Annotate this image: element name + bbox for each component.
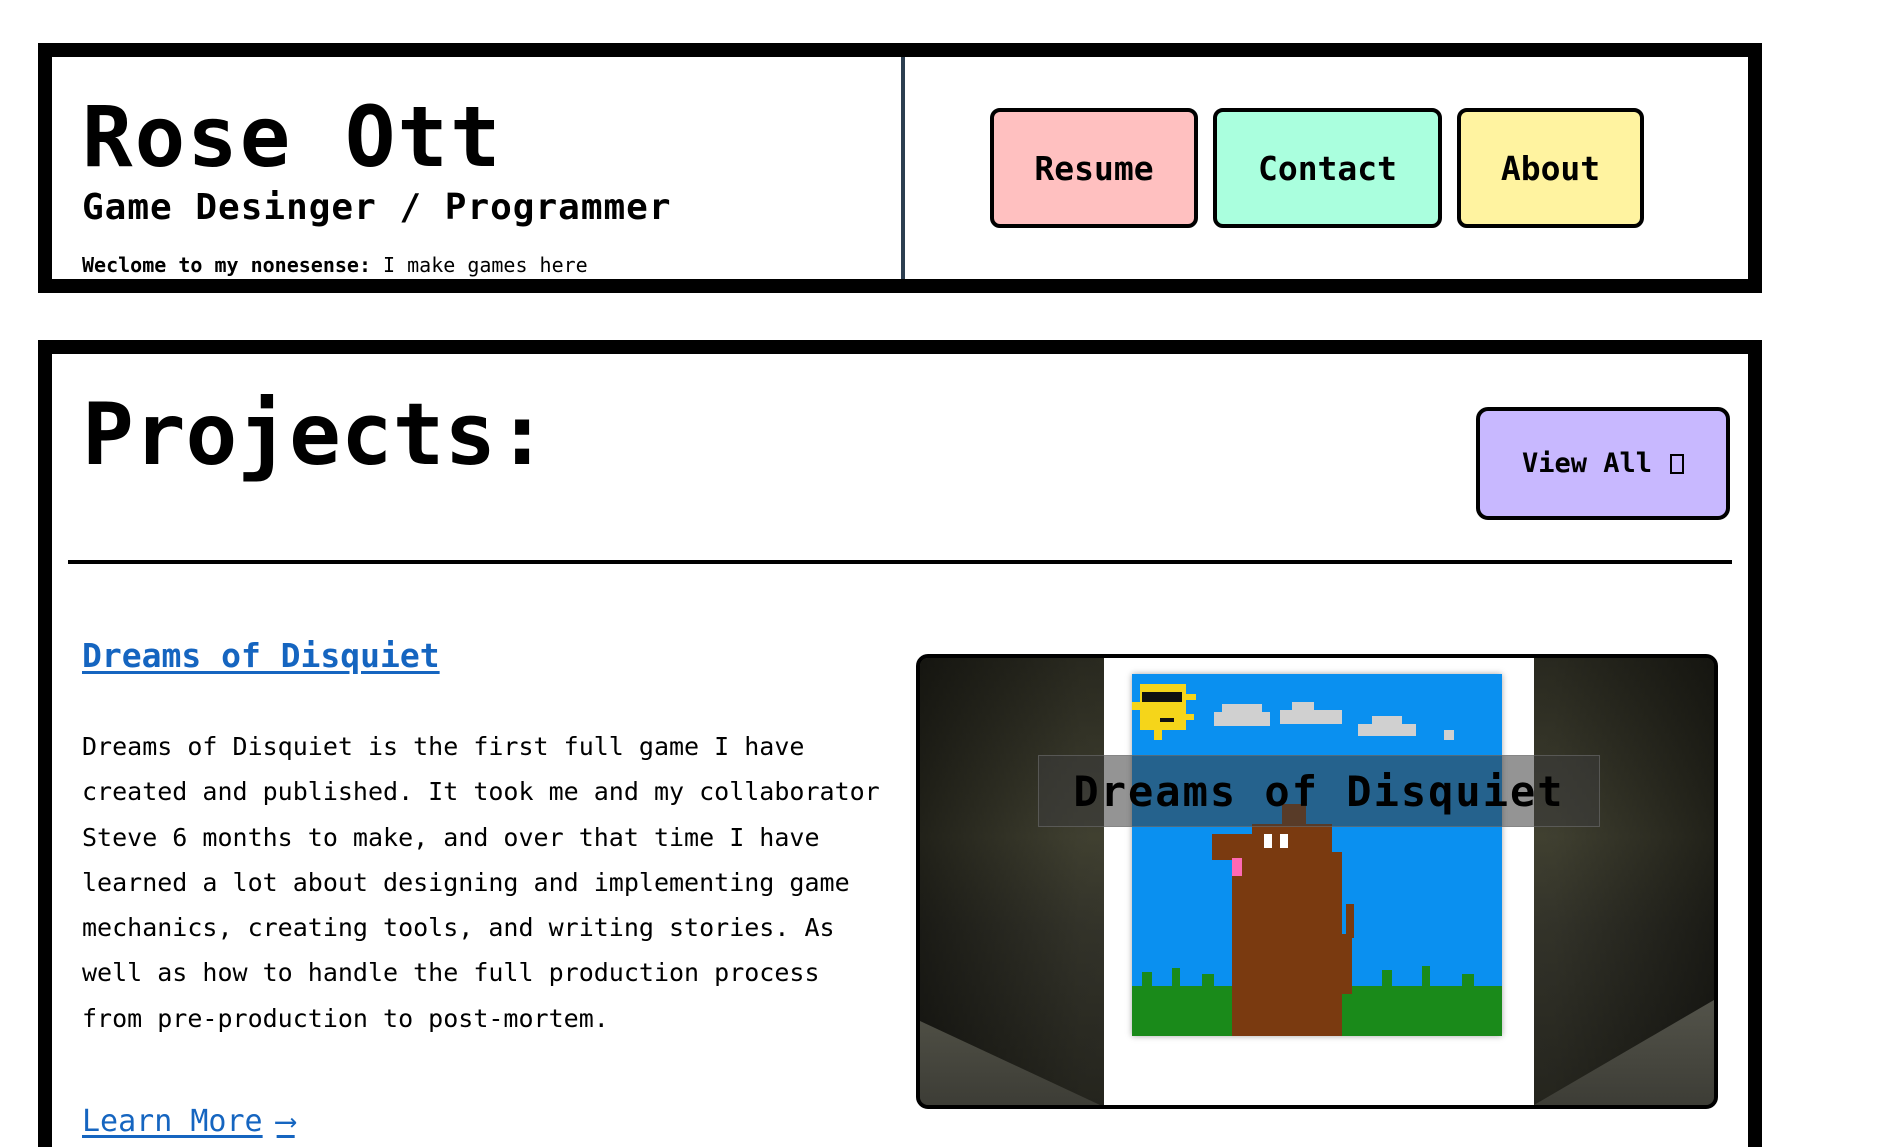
thumbnail-caption: Dreams of Disquiet xyxy=(1038,755,1600,827)
project-thumbnail[interactable]: Dreams of Disquiet xyxy=(916,654,1718,1109)
view-all-button[interactable]: View All xyxy=(1476,407,1730,520)
tagline-lead: Weclome to my nonesense: xyxy=(82,253,371,277)
header-intro: Rose Ott Game Desinger / Programmer Wecl… xyxy=(52,57,905,279)
projects-heading: Projects: xyxy=(82,385,548,485)
contact-button[interactable]: Contact xyxy=(1213,108,1442,228)
view-all-label: View All xyxy=(1521,448,1653,479)
project-description: Dreams of Disquiet is the first full gam… xyxy=(82,732,880,1033)
resume-button[interactable]: Resume xyxy=(990,108,1198,228)
pixel-dog-painting xyxy=(1132,674,1502,1036)
header-card: Rose Ott Game Desinger / Programmer Wecl… xyxy=(38,43,1762,293)
role-subtitle: Game Desinger / Programmer xyxy=(82,187,672,228)
learn-more-link[interactable]: Learn More ⟶ xyxy=(82,1104,295,1139)
painting-frame xyxy=(1104,658,1534,1105)
about-button[interactable]: About xyxy=(1457,108,1644,228)
section-divider xyxy=(68,560,1732,564)
tagline-rest: I make games here xyxy=(370,253,588,277)
long-arrow-right-icon: ⟶ xyxy=(276,1104,295,1139)
painting-artwork xyxy=(1132,674,1502,1036)
tagline: Weclome to my nonesense: I make games he… xyxy=(82,253,588,277)
learn-more-label: Learn More xyxy=(82,1104,263,1139)
project-title-link[interactable]: Dreams of Disquiet xyxy=(82,636,440,675)
open-link-icon xyxy=(1670,453,1685,474)
site-title: Rose Ott xyxy=(82,88,503,186)
projects-section: Projects: View All Dreams of Disquiet Dr… xyxy=(38,340,1762,1147)
header-nav: Resume Contact About xyxy=(905,57,1748,279)
